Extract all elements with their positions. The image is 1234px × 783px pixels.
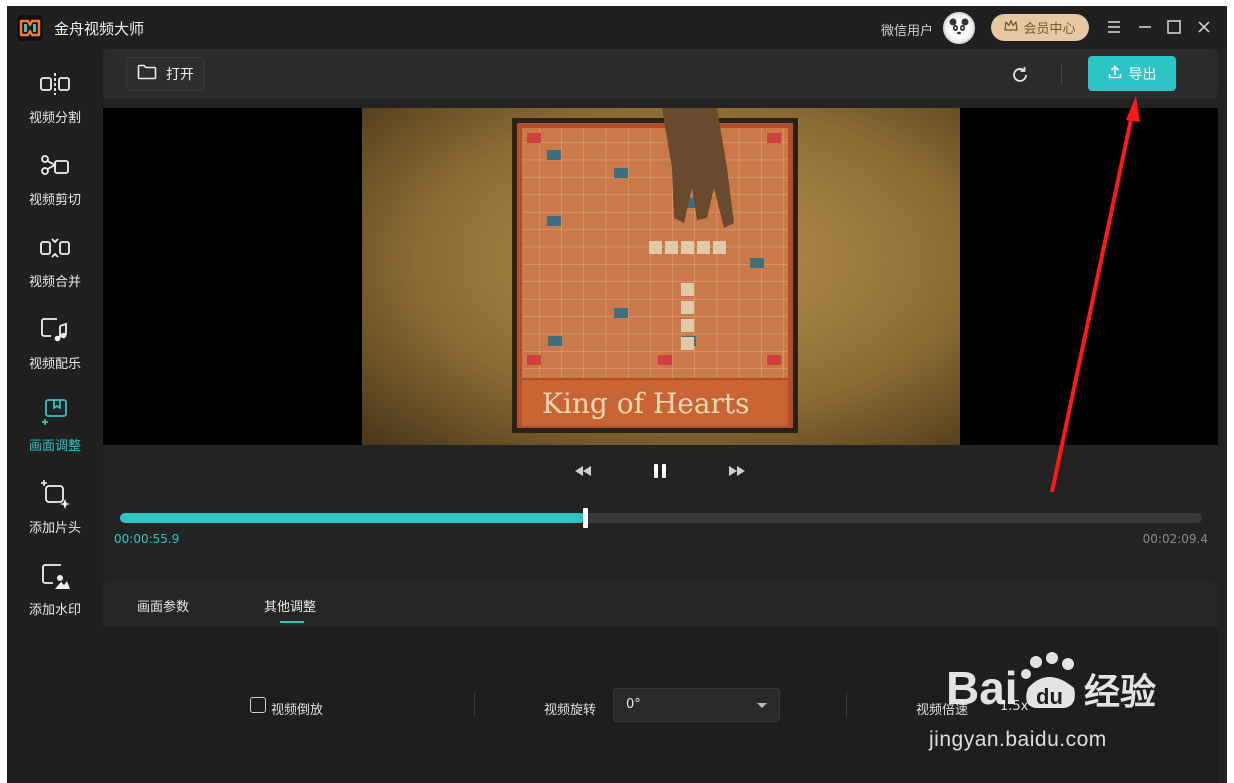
video-preview[interactable]: King of Hearts bbox=[103, 108, 1218, 445]
sidebar-item-cut[interactable]: 视频剪切 bbox=[7, 139, 103, 219]
svg-text:Bai: Bai bbox=[946, 662, 1018, 714]
sidebar-item-frame-adjust[interactable]: 画面调整 bbox=[7, 385, 103, 465]
rotate-value: 0° bbox=[626, 697, 641, 712]
sidebar-item-label: 视频剪切 bbox=[28, 193, 81, 208]
sidebar-item-label: 视频合并 bbox=[28, 275, 81, 290]
sidebar-item-music[interactable]: 视频配乐 bbox=[7, 303, 103, 383]
menu-icon[interactable] bbox=[1104, 17, 1124, 37]
sidebar-item-add-intro[interactable]: 添加片头 bbox=[7, 467, 103, 547]
sidebar-item-watermark[interactable]: 添加水印 bbox=[7, 549, 103, 629]
sidebar-item-label: 添加水印 bbox=[28, 603, 81, 618]
sidebar-item-split[interactable]: 视频分割 bbox=[7, 57, 103, 137]
panel-tabs: 画面参数 其他调整 bbox=[103, 579, 1218, 627]
rotate-label: 视频旋转 bbox=[544, 703, 597, 718]
toolbar: 打开 导出 bbox=[103, 49, 1218, 99]
option-divider bbox=[474, 693, 475, 717]
vip-center-button[interactable]: 会员中心 bbox=[991, 14, 1089, 41]
watermark-icon bbox=[38, 559, 72, 593]
sidebar-item-merge[interactable]: 视频合并 bbox=[7, 221, 103, 301]
minimize-icon[interactable] bbox=[1135, 17, 1155, 37]
upload-icon bbox=[1108, 64, 1122, 83]
split-icon bbox=[38, 67, 72, 101]
rotate-select[interactable]: 0° bbox=[613, 688, 780, 722]
current-time: 00:00:55.9 bbox=[114, 532, 180, 546]
sidebar-item-label: 视频配乐 bbox=[28, 357, 81, 372]
avatar[interactable] bbox=[943, 12, 975, 44]
progress-bar[interactable] bbox=[120, 508, 1202, 528]
chevron-down-icon bbox=[757, 703, 767, 708]
scissors-icon bbox=[38, 149, 72, 183]
app-logo-icon bbox=[17, 15, 43, 41]
tab-frame-params[interactable]: 画面参数 bbox=[137, 596, 189, 615]
sidebar: 视频分割 视频剪切 视频合并 视频配乐 画面调整 添加片头 添加水印 bbox=[7, 49, 103, 783]
sidebar-item-label: 添加片头 bbox=[28, 521, 81, 536]
svg-text:经验: 经验 bbox=[1084, 672, 1156, 713]
export-button[interactable]: 导出 bbox=[1088, 56, 1176, 91]
vip-center-label: 会员中心 bbox=[1023, 22, 1076, 37]
svg-text:King of Hearts: King of Hearts bbox=[542, 387, 750, 420]
app-title: 金舟视频大师 bbox=[54, 20, 145, 38]
watermark-url: jingyan.baidu.com bbox=[929, 728, 1107, 751]
svg-text:du: du bbox=[1036, 684, 1063, 709]
add-intro-icon bbox=[38, 477, 72, 511]
crown-icon bbox=[1004, 19, 1019, 36]
progress-handle[interactable] bbox=[583, 508, 589, 528]
folder-icon bbox=[137, 64, 157, 84]
rewind-icon[interactable] bbox=[571, 461, 595, 481]
user-name[interactable]: 微信用户 bbox=[881, 20, 933, 39]
sidebar-item-label: 视频分割 bbox=[28, 111, 81, 126]
close-icon[interactable] bbox=[1194, 17, 1214, 37]
export-label: 导出 bbox=[1128, 66, 1157, 83]
fast-forward-icon[interactable] bbox=[725, 461, 749, 481]
option-divider bbox=[846, 693, 847, 717]
open-button[interactable]: 打开 bbox=[126, 57, 205, 91]
merge-icon bbox=[38, 231, 72, 265]
playback-controls: 00:00:55.9 00:02:09.4 bbox=[103, 445, 1218, 571]
progress-fill bbox=[120, 513, 586, 523]
tab-other-adjust[interactable]: 其他调整 bbox=[264, 596, 316, 615]
open-label: 打开 bbox=[166, 67, 194, 83]
title-bar: 金舟视频大师 微信用户 会员中心 bbox=[7, 6, 1227, 49]
reverse-label: 视频倒放 bbox=[271, 703, 324, 718]
video-frame: King of Hearts bbox=[362, 108, 960, 445]
toolbar-divider bbox=[1061, 63, 1062, 85]
reverse-checkbox[interactable] bbox=[250, 697, 266, 713]
pause-icon[interactable] bbox=[648, 461, 672, 481]
frame-adjust-icon bbox=[38, 395, 72, 429]
refresh-icon[interactable] bbox=[1009, 64, 1031, 86]
music-icon bbox=[38, 313, 72, 347]
total-time: 00:02:09.4 bbox=[1142, 532, 1208, 546]
maximize-icon[interactable] bbox=[1164, 17, 1184, 37]
active-tab-indicator bbox=[280, 621, 304, 623]
sidebar-item-label: 画面调整 bbox=[28, 439, 81, 454]
